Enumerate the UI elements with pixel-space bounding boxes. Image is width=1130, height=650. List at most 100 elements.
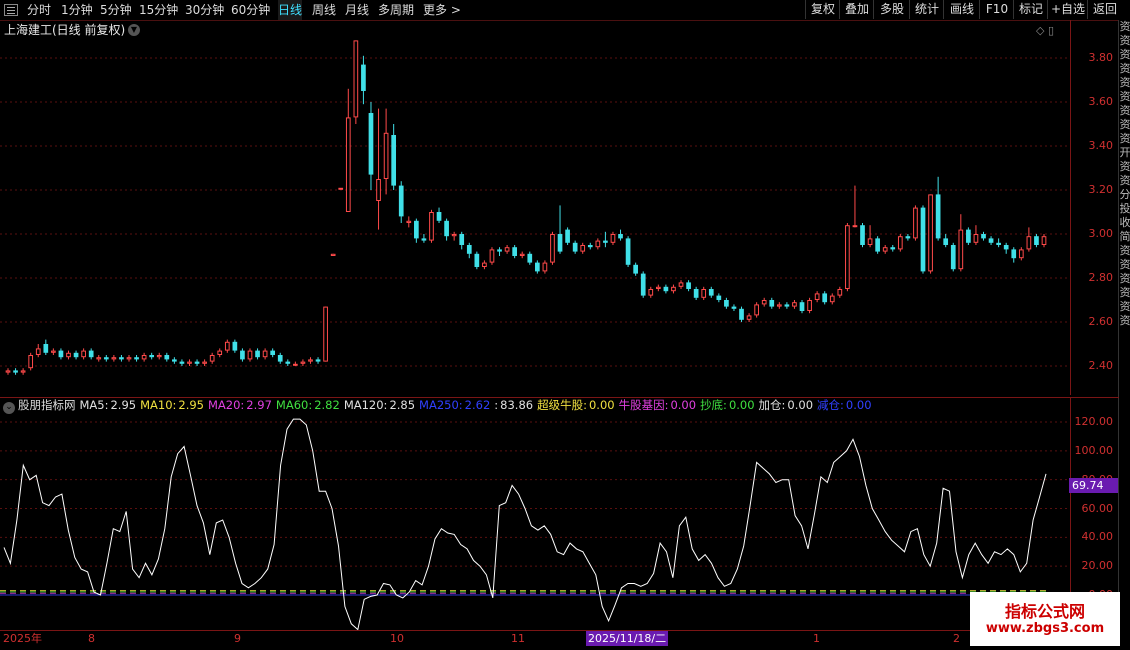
add-watchlist-button[interactable]: +自选 bbox=[1047, 0, 1088, 19]
side-strip-char: 资 bbox=[1119, 258, 1130, 271]
candle-body bbox=[807, 300, 812, 311]
candle-body bbox=[792, 302, 797, 307]
candle-body bbox=[308, 359, 313, 362]
more-periods-button[interactable]: 更多 > bbox=[423, 0, 461, 20]
f10-button[interactable]: F10 bbox=[979, 0, 1014, 19]
indicator-item-label: MA20: bbox=[208, 398, 245, 412]
period-tab-weekly[interactable]: 周线 bbox=[312, 0, 336, 20]
candle-body bbox=[232, 341, 238, 351]
side-strip-char: 资 bbox=[1119, 34, 1130, 47]
candle-body bbox=[262, 350, 268, 358]
indicator-item-value: 0.00 bbox=[787, 398, 814, 412]
mark-button[interactable]: 标记 bbox=[1013, 0, 1048, 19]
period-tab-1min[interactable]: 1分钟 bbox=[61, 0, 93, 20]
candle-body bbox=[20, 370, 26, 373]
candle-body bbox=[557, 234, 563, 252]
overlay-button[interactable]: 叠加 bbox=[839, 0, 874, 19]
candle-body bbox=[315, 359, 321, 362]
period-tab-timeshare[interactable]: 分时 bbox=[27, 0, 51, 20]
candlestick-chart[interactable] bbox=[0, 20, 1070, 395]
candle-body bbox=[345, 117, 351, 212]
candle-body bbox=[126, 357, 132, 360]
period-tab-5min[interactable]: 5分钟 bbox=[100, 0, 132, 20]
side-strip-char: 资 bbox=[1119, 62, 1130, 75]
side-strip-char: 资 bbox=[1119, 286, 1130, 299]
indicator-item-label: 加仓: bbox=[758, 398, 786, 412]
draw-line-button[interactable]: 画线 bbox=[943, 0, 980, 19]
candle-body bbox=[88, 350, 94, 358]
candle-body bbox=[875, 238, 880, 252]
candle-body bbox=[512, 247, 518, 256]
candle-body bbox=[383, 132, 389, 180]
indicator-tick-label: 60.00 bbox=[1081, 501, 1114, 515]
candle-body bbox=[28, 355, 34, 369]
candle-body bbox=[640, 273, 646, 296]
candle-body bbox=[587, 245, 593, 248]
candle-body bbox=[255, 350, 260, 358]
period-tab-60min[interactable]: 60分钟 bbox=[231, 0, 270, 20]
candle-body bbox=[958, 229, 964, 270]
indicator-value-item: MA5: 2.95 bbox=[80, 398, 137, 412]
candle-body bbox=[436, 212, 442, 221]
candle-body bbox=[270, 350, 276, 355]
candle-body bbox=[5, 370, 11, 373]
candle-body bbox=[746, 315, 752, 320]
panel-corner-icons[interactable]: ◇ ▯ bbox=[1036, 24, 1054, 37]
price-tick-label: 2.40 bbox=[1088, 359, 1114, 372]
candle-body bbox=[724, 300, 729, 307]
side-strip-char: 资 bbox=[1119, 174, 1130, 187]
price-tick-label: 3.80 bbox=[1088, 51, 1114, 64]
top-toolbar: 分时 1分钟 5分钟 15分钟 30分钟 60分钟 日线 周线 月线 多周期 更… bbox=[0, 0, 1130, 21]
candle-body bbox=[867, 238, 873, 245]
candle-body bbox=[663, 286, 669, 292]
date-tick-label: 11 bbox=[511, 632, 525, 645]
stats-button[interactable]: 统计 bbox=[909, 0, 944, 19]
candle-body bbox=[414, 220, 419, 239]
chevron-down-icon[interactable]: ▼ bbox=[128, 24, 140, 36]
candle-body bbox=[534, 262, 540, 272]
candle-body bbox=[580, 245, 586, 252]
period-tab-30min[interactable]: 30分钟 bbox=[185, 0, 224, 20]
indicator-dropdown-icon[interactable]: ⌄ bbox=[3, 402, 15, 414]
indicator-chart[interactable] bbox=[0, 397, 1070, 631]
indicator-tick-label: 100.00 bbox=[1074, 443, 1114, 457]
candle-body bbox=[368, 113, 374, 175]
candle-body bbox=[776, 304, 782, 307]
menu-icon[interactable] bbox=[4, 4, 18, 16]
period-tab-daily[interactable]: 日线 bbox=[278, 0, 303, 20]
side-strip-char: 资 bbox=[1119, 300, 1130, 313]
price-tick-label: 2.60 bbox=[1088, 315, 1114, 328]
candle-body bbox=[66, 352, 71, 358]
indicator-value-item: 超级牛股: 0.00 bbox=[537, 398, 614, 412]
back-button[interactable]: 返回 bbox=[1087, 0, 1122, 19]
candle-body bbox=[406, 220, 412, 224]
adjust-button[interactable]: 复权 bbox=[805, 0, 840, 19]
candle-body bbox=[981, 234, 986, 239]
indicator-value-item: 加仓: 0.00 bbox=[759, 398, 813, 412]
candle-body bbox=[829, 295, 835, 303]
candle-body bbox=[247, 350, 253, 360]
indicator-item-value: 2.82 bbox=[314, 398, 340, 412]
period-tab-15min[interactable]: 15分钟 bbox=[139, 0, 178, 20]
period-tab-multi[interactable]: 多周期 bbox=[378, 0, 414, 20]
candle-body bbox=[920, 207, 926, 272]
candle-body bbox=[860, 225, 865, 245]
candle-body bbox=[217, 350, 223, 356]
multi-stock-button[interactable]: 多股 bbox=[873, 0, 910, 19]
candle-body bbox=[156, 355, 162, 358]
indicator-item-value: 2.95 bbox=[110, 398, 137, 412]
indicator-item-label: : bbox=[494, 398, 499, 412]
period-tab-monthly[interactable]: 月线 bbox=[345, 0, 369, 20]
indicator-item-value: 83.86 bbox=[500, 398, 534, 412]
candle-body bbox=[595, 240, 601, 248]
date-axis: 2025年 8 9 10 11 2025/11/18/二 1 2 bbox=[0, 630, 1070, 647]
indicator-name[interactable]: 股朋指标网 bbox=[18, 398, 76, 412]
indicator-item-label: 超级牛股: bbox=[537, 398, 587, 412]
candle-body bbox=[950, 245, 956, 270]
indicator-header: ⌄ 股朋指标网 MA5: 2.95 MA10: 2.95 MA20: 2.97 MA60: 2.8… bbox=[0, 397, 876, 414]
candle-body bbox=[784, 304, 790, 307]
candle-body bbox=[814, 293, 820, 300]
indicator-item-label: 减仓: bbox=[817, 398, 844, 412]
candle-body bbox=[240, 350, 245, 360]
candle-body bbox=[398, 185, 404, 217]
